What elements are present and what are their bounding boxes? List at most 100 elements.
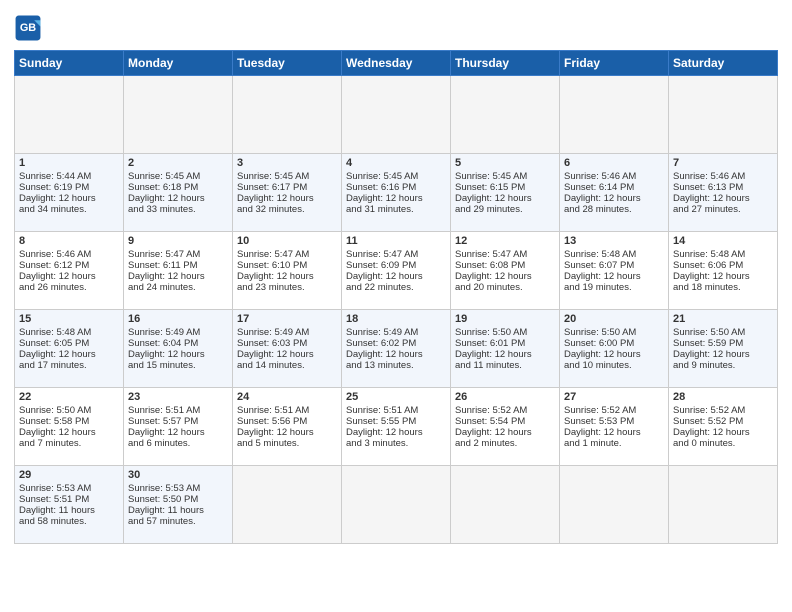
day-number: 17 [237,313,337,325]
day-number: 25 [346,391,446,403]
calendar-cell: 15Sunrise: 5:48 AMSunset: 6:05 PMDayligh… [15,310,124,388]
weekday-header-tuesday: Tuesday [233,51,342,76]
calendar-cell: 18Sunrise: 5:49 AMSunset: 6:02 PMDayligh… [342,310,451,388]
day-info: Daylight: 12 hours [19,193,119,204]
calendar-cell: 25Sunrise: 5:51 AMSunset: 5:55 PMDayligh… [342,388,451,466]
calendar-cell: 23Sunrise: 5:51 AMSunset: 5:57 PMDayligh… [124,388,233,466]
day-info: Sunrise: 5:50 AM [455,327,555,338]
day-info: Sunset: 6:06 PM [673,260,773,271]
day-info: Sunset: 6:02 PM [346,338,446,349]
day-info: and 29 minutes. [455,204,555,215]
day-info: and 5 minutes. [237,438,337,449]
day-info: and 13 minutes. [346,360,446,371]
day-info: and 0 minutes. [673,438,773,449]
day-info: Sunrise: 5:46 AM [673,171,773,182]
day-info: Daylight: 12 hours [346,427,446,438]
calendar-cell: 4Sunrise: 5:45 AMSunset: 6:16 PMDaylight… [342,154,451,232]
calendar-cell [560,466,669,544]
calendar-cell [669,466,778,544]
calendar-cell: 21Sunrise: 5:50 AMSunset: 5:59 PMDayligh… [669,310,778,388]
calendar-cell [342,466,451,544]
day-info: Sunset: 6:13 PM [673,182,773,193]
day-info: Sunset: 6:03 PM [237,338,337,349]
day-number: 8 [19,235,119,247]
day-info: Daylight: 12 hours [237,193,337,204]
day-info: Sunrise: 5:49 AM [346,327,446,338]
day-info: and 1 minute. [564,438,664,449]
day-info: Sunrise: 5:52 AM [673,405,773,416]
day-info: and 7 minutes. [19,438,119,449]
day-number: 20 [564,313,664,325]
day-number: 26 [455,391,555,403]
day-info: and 31 minutes. [346,204,446,215]
calendar-cell: 9Sunrise: 5:47 AMSunset: 6:11 PMDaylight… [124,232,233,310]
day-info: Daylight: 12 hours [19,271,119,282]
day-info: Daylight: 12 hours [455,349,555,360]
weekday-header-friday: Friday [560,51,669,76]
day-info: Sunset: 5:53 PM [564,416,664,427]
day-info: and 33 minutes. [128,204,228,215]
day-info: Daylight: 12 hours [128,271,228,282]
day-info: Daylight: 12 hours [564,271,664,282]
day-info: Sunrise: 5:47 AM [455,249,555,260]
day-info: Sunset: 5:57 PM [128,416,228,427]
day-info: Sunrise: 5:53 AM [128,483,228,494]
calendar-cell: 8Sunrise: 5:46 AMSunset: 6:12 PMDaylight… [15,232,124,310]
day-number: 1 [19,157,119,169]
day-info: Sunset: 5:59 PM [673,338,773,349]
day-info: Sunrise: 5:51 AM [237,405,337,416]
calendar-cell [451,466,560,544]
day-info: Daylight: 12 hours [237,271,337,282]
day-number: 11 [346,235,446,247]
calendar-cell: 6Sunrise: 5:46 AMSunset: 6:14 PMDaylight… [560,154,669,232]
day-info: Sunset: 6:07 PM [564,260,664,271]
day-info: Sunset: 6:19 PM [19,182,119,193]
day-info: Daylight: 12 hours [673,427,773,438]
calendar-cell: 20Sunrise: 5:50 AMSunset: 6:00 PMDayligh… [560,310,669,388]
day-number: 7 [673,157,773,169]
day-info: Sunset: 6:11 PM [128,260,228,271]
calendar-cell: 17Sunrise: 5:49 AMSunset: 6:03 PMDayligh… [233,310,342,388]
day-info: and 19 minutes. [564,282,664,293]
day-info: Sunset: 6:09 PM [346,260,446,271]
calendar-cell: 3Sunrise: 5:45 AMSunset: 6:17 PMDaylight… [233,154,342,232]
calendar-container: GB SundayMondayTuesdayWednesdayThursdayF… [0,0,792,612]
calendar-cell [342,76,451,154]
day-info: Sunrise: 5:52 AM [455,405,555,416]
day-info: and 14 minutes. [237,360,337,371]
day-number: 27 [564,391,664,403]
day-info: Sunset: 5:58 PM [19,416,119,427]
calendar-cell: 26 Sunrise: 5:52 AMSunset: 5:54 PMDayligh… [451,388,560,466]
day-info: Sunrise: 5:47 AM [128,249,228,260]
day-info: Sunset: 6:04 PM [128,338,228,349]
day-info: Sunset: 6:00 PM [564,338,664,349]
weekday-header-monday: Monday [124,51,233,76]
day-info: Daylight: 12 hours [346,193,446,204]
day-info: and 20 minutes. [455,282,555,293]
day-number: 19 [455,313,555,325]
day-info: Sunrise: 5:49 AM [128,327,228,338]
day-info: and 17 minutes. [19,360,119,371]
day-number: 30 [128,469,228,481]
day-info: and 18 minutes. [673,282,773,293]
day-info: Sunset: 6:16 PM [346,182,446,193]
calendar-cell: 27Sunrise: 5:52 AMSunset: 5:53 PMDayligh… [560,388,669,466]
day-info: Sunset: 5:56 PM [237,416,337,427]
day-info: Sunrise: 5:45 AM [128,171,228,182]
day-info: Daylight: 12 hours [455,427,555,438]
day-number: 5 [455,157,555,169]
day-info: Daylight: 12 hours [673,271,773,282]
day-number: 4 [346,157,446,169]
day-number: 3 [237,157,337,169]
day-info: Daylight: 12 hours [564,193,664,204]
header: GB [14,10,778,42]
day-info: Sunset: 5:54 PM [455,416,555,427]
day-info: Daylight: 12 hours [128,427,228,438]
day-info: Sunset: 5:52 PM [673,416,773,427]
day-info: Daylight: 11 hours [19,505,119,516]
day-number: 2 [128,157,228,169]
day-number: 24 [237,391,337,403]
calendar-cell: 11Sunrise: 5:47 AMSunset: 6:09 PMDayligh… [342,232,451,310]
day-info: Sunrise: 5:48 AM [19,327,119,338]
day-info: Sunset: 5:50 PM [128,494,228,505]
